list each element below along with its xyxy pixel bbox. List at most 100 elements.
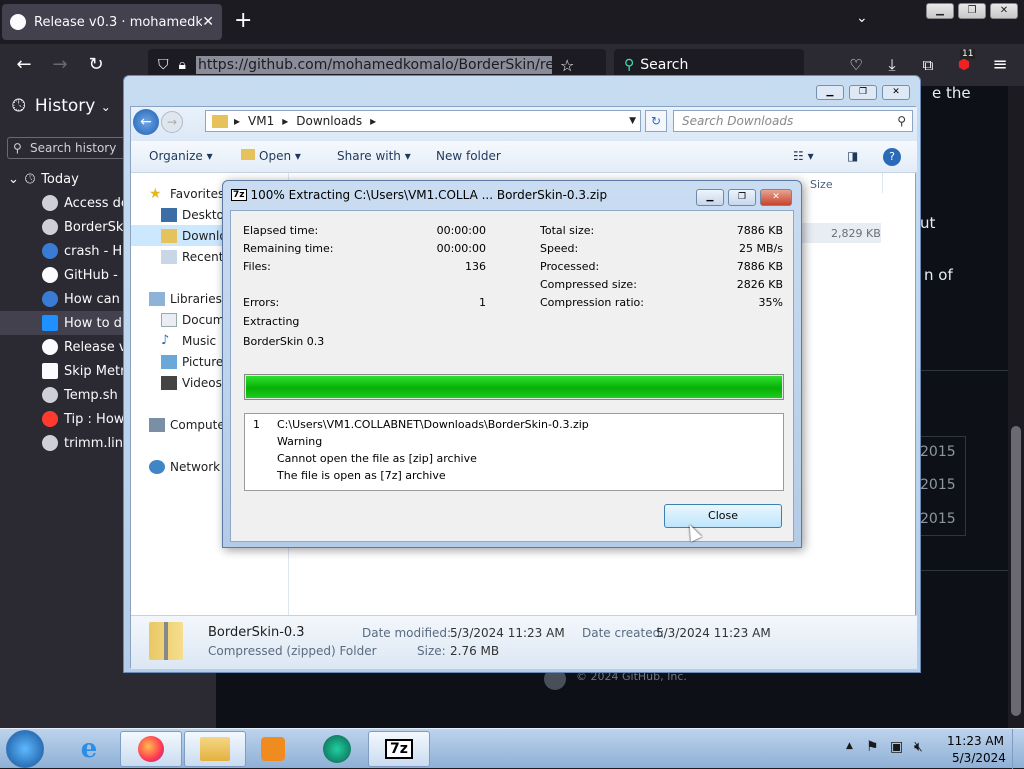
url-text[interactable]: https://github.com/mohamedkomalo/BorderS… xyxy=(195,56,552,74)
compression-ratio-value: 35% xyxy=(758,296,783,309)
dialog-minimize-button[interactable]: ▁ xyxy=(696,189,724,206)
network-tray-icon[interactable]: ▣ xyxy=(890,739,903,755)
breadcrumb-separator-icon: ▸ xyxy=(282,114,289,128)
column-header-size[interactable]: Size xyxy=(810,178,833,191)
breadcrumb-downloads[interactable]: Downloads xyxy=(296,114,362,128)
taskbar-explorer[interactable] xyxy=(184,731,246,767)
address-bar[interactable]: ▸ VM1 ▸ Downloads ▸ ▼ xyxy=(205,110,641,132)
restore-window-button[interactable]: ❐ xyxy=(958,3,986,19)
address-dropdown-icon[interactable]: ▼ xyxy=(629,116,636,126)
details-created: 5/3/2024 11:23 AM xyxy=(656,626,771,640)
address-row: ← → ▸ VM1 ▸ Downloads ▸ ▼ ↻ Search Downl… xyxy=(131,107,917,141)
progress-fill xyxy=(246,376,782,398)
taskbar-app[interactable] xyxy=(306,731,368,767)
menu-icon[interactable]: ≡ xyxy=(988,53,1012,77)
search-icon: ⚲ xyxy=(897,114,906,128)
stackoverflow-icon xyxy=(42,243,58,259)
folder-icon xyxy=(200,737,230,761)
release-date[interactable]: 2015 xyxy=(920,444,956,460)
computer-icon xyxy=(149,417,165,432)
file-size: 2,829 KB xyxy=(831,227,881,240)
volume-muted-icon[interactable]: 🔇︎ xyxy=(914,739,923,755)
minimize-window-button[interactable]: ▁ xyxy=(926,3,954,19)
dialog-body: Elapsed time: 00:00:00 Remaining time: 0… xyxy=(230,210,794,542)
explorer-search-input[interactable]: Search Downloads ⚲ xyxy=(673,110,913,132)
sidebar-header[interactable]: 🕓︎ History ⌄ xyxy=(12,96,111,116)
messages-list[interactable]: 1 C:\Users\VM1.COLLABNET\Downloads\Borde… xyxy=(244,413,784,491)
pictures-icon xyxy=(161,354,177,369)
taskbar-firefox[interactable] xyxy=(120,731,182,767)
reload-icon[interactable]: ↻ xyxy=(84,53,108,77)
close-window-button[interactable]: ✕ xyxy=(990,3,1018,19)
show-hidden-icons[interactable]: ▲ xyxy=(846,741,853,751)
processed-label: Processed: xyxy=(540,260,600,273)
forward-icon[interactable]: → xyxy=(161,111,183,133)
details-type: Compressed (zipped) Folder xyxy=(208,644,377,658)
desktop-icon xyxy=(161,207,177,222)
globe-icon xyxy=(42,219,58,235)
dialog-maximize-button[interactable]: ❐ xyxy=(728,189,756,206)
blue-x-icon xyxy=(42,315,58,331)
taskbar-7zip[interactable]: 7z xyxy=(368,731,430,767)
files-label: Files: xyxy=(243,260,271,273)
dialog-close-button[interactable]: ✕ xyxy=(760,189,792,206)
breadcrumb-vm1[interactable]: VM1 xyxy=(248,114,274,128)
release-date[interactable]: 2015 xyxy=(920,511,956,527)
explorer-close-button[interactable]: ✕ xyxy=(882,85,910,100)
details-modified-label: Date modified: xyxy=(362,626,452,640)
open-button[interactable]: Open ▾ xyxy=(241,149,301,163)
close-button[interactable]: Close xyxy=(664,504,782,528)
close-tab-icon[interactable]: ✕ xyxy=(202,14,214,30)
show-desktop-button[interactable] xyxy=(1012,729,1024,769)
back-icon[interactable]: ← xyxy=(12,53,36,77)
taskbar-media-player[interactable] xyxy=(242,731,304,767)
new-tab-button[interactable]: + xyxy=(234,8,252,33)
recent-places-icon xyxy=(161,249,177,264)
github-icon xyxy=(42,339,58,355)
scrollbar-thumb[interactable] xyxy=(1011,426,1021,716)
page-scrollbar[interactable] xyxy=(1008,86,1024,728)
clock-time[interactable]: 11:23 AM xyxy=(947,734,1004,748)
details-size: 2.76 MB xyxy=(450,644,500,658)
divider xyxy=(916,570,1008,571)
start-button[interactable] xyxy=(6,730,44,768)
total-size-value: 7886 KB xyxy=(736,224,783,237)
clock-date[interactable]: 5/3/2024 xyxy=(952,751,1006,765)
help-icon[interactable]: ? xyxy=(883,148,901,166)
search-icon: ⚲ xyxy=(13,141,22,155)
github-icon xyxy=(10,14,26,30)
refresh-icon[interactable]: ↻ xyxy=(645,110,667,132)
release-date[interactable]: 2015 xyxy=(920,477,956,493)
files-value: 136 xyxy=(465,260,486,273)
current-item: BorderSkin 0.3 xyxy=(243,335,325,348)
organize-button[interactable]: Organize ▾ xyxy=(149,149,213,163)
view-options-icon[interactable]: ☷ ▾ xyxy=(793,149,814,163)
taskbar-ie[interactable]: e xyxy=(58,731,120,767)
shield-icon[interactable]: ⛉ xyxy=(158,57,169,73)
extensions-icon[interactable]: ⧉ xyxy=(916,53,940,77)
preview-pane-icon[interactable]: ◨ xyxy=(847,149,858,163)
back-icon[interactable]: ← xyxy=(133,109,159,135)
explorer-maximize-button[interactable]: ❐ xyxy=(849,85,877,100)
pocket-icon[interactable]: ♡ xyxy=(844,53,868,77)
details-created-label: Date created: xyxy=(582,626,665,640)
zip-icon-stripe xyxy=(164,622,168,660)
browser-tab[interactable]: Release v0.3 · mohamedkomalo ✕ xyxy=(2,4,222,40)
new-folder-button[interactable]: New folder xyxy=(436,149,501,163)
downloads-icon[interactable]: ⤓ xyxy=(880,53,904,77)
folder-icon xyxy=(212,114,228,128)
power-icon xyxy=(42,411,58,427)
explorer-minimize-button[interactable]: ▁ xyxy=(816,85,844,100)
chevron-down-icon: ⌄ xyxy=(100,100,111,114)
lock-icon[interactable]: 🔒︎ xyxy=(179,57,186,73)
extract-dialog: 7z 100% Extracting C:\Users\VM1.COLLA ..… xyxy=(222,180,802,548)
forward-icon[interactable]: → xyxy=(48,53,72,77)
bookmark-star-icon[interactable]: ☆ xyxy=(560,56,574,75)
documents-icon xyxy=(161,312,177,327)
action-center-flag-icon[interactable]: ⚑ xyxy=(866,739,879,755)
tab-list-button[interactable]: ⌄ xyxy=(856,10,868,26)
history-item-label: trimm.link xyxy=(64,435,131,451)
globe-icon xyxy=(42,387,58,403)
text-fragment: n of xyxy=(924,266,953,284)
share-with-button[interactable]: Share with ▾ xyxy=(337,149,411,163)
